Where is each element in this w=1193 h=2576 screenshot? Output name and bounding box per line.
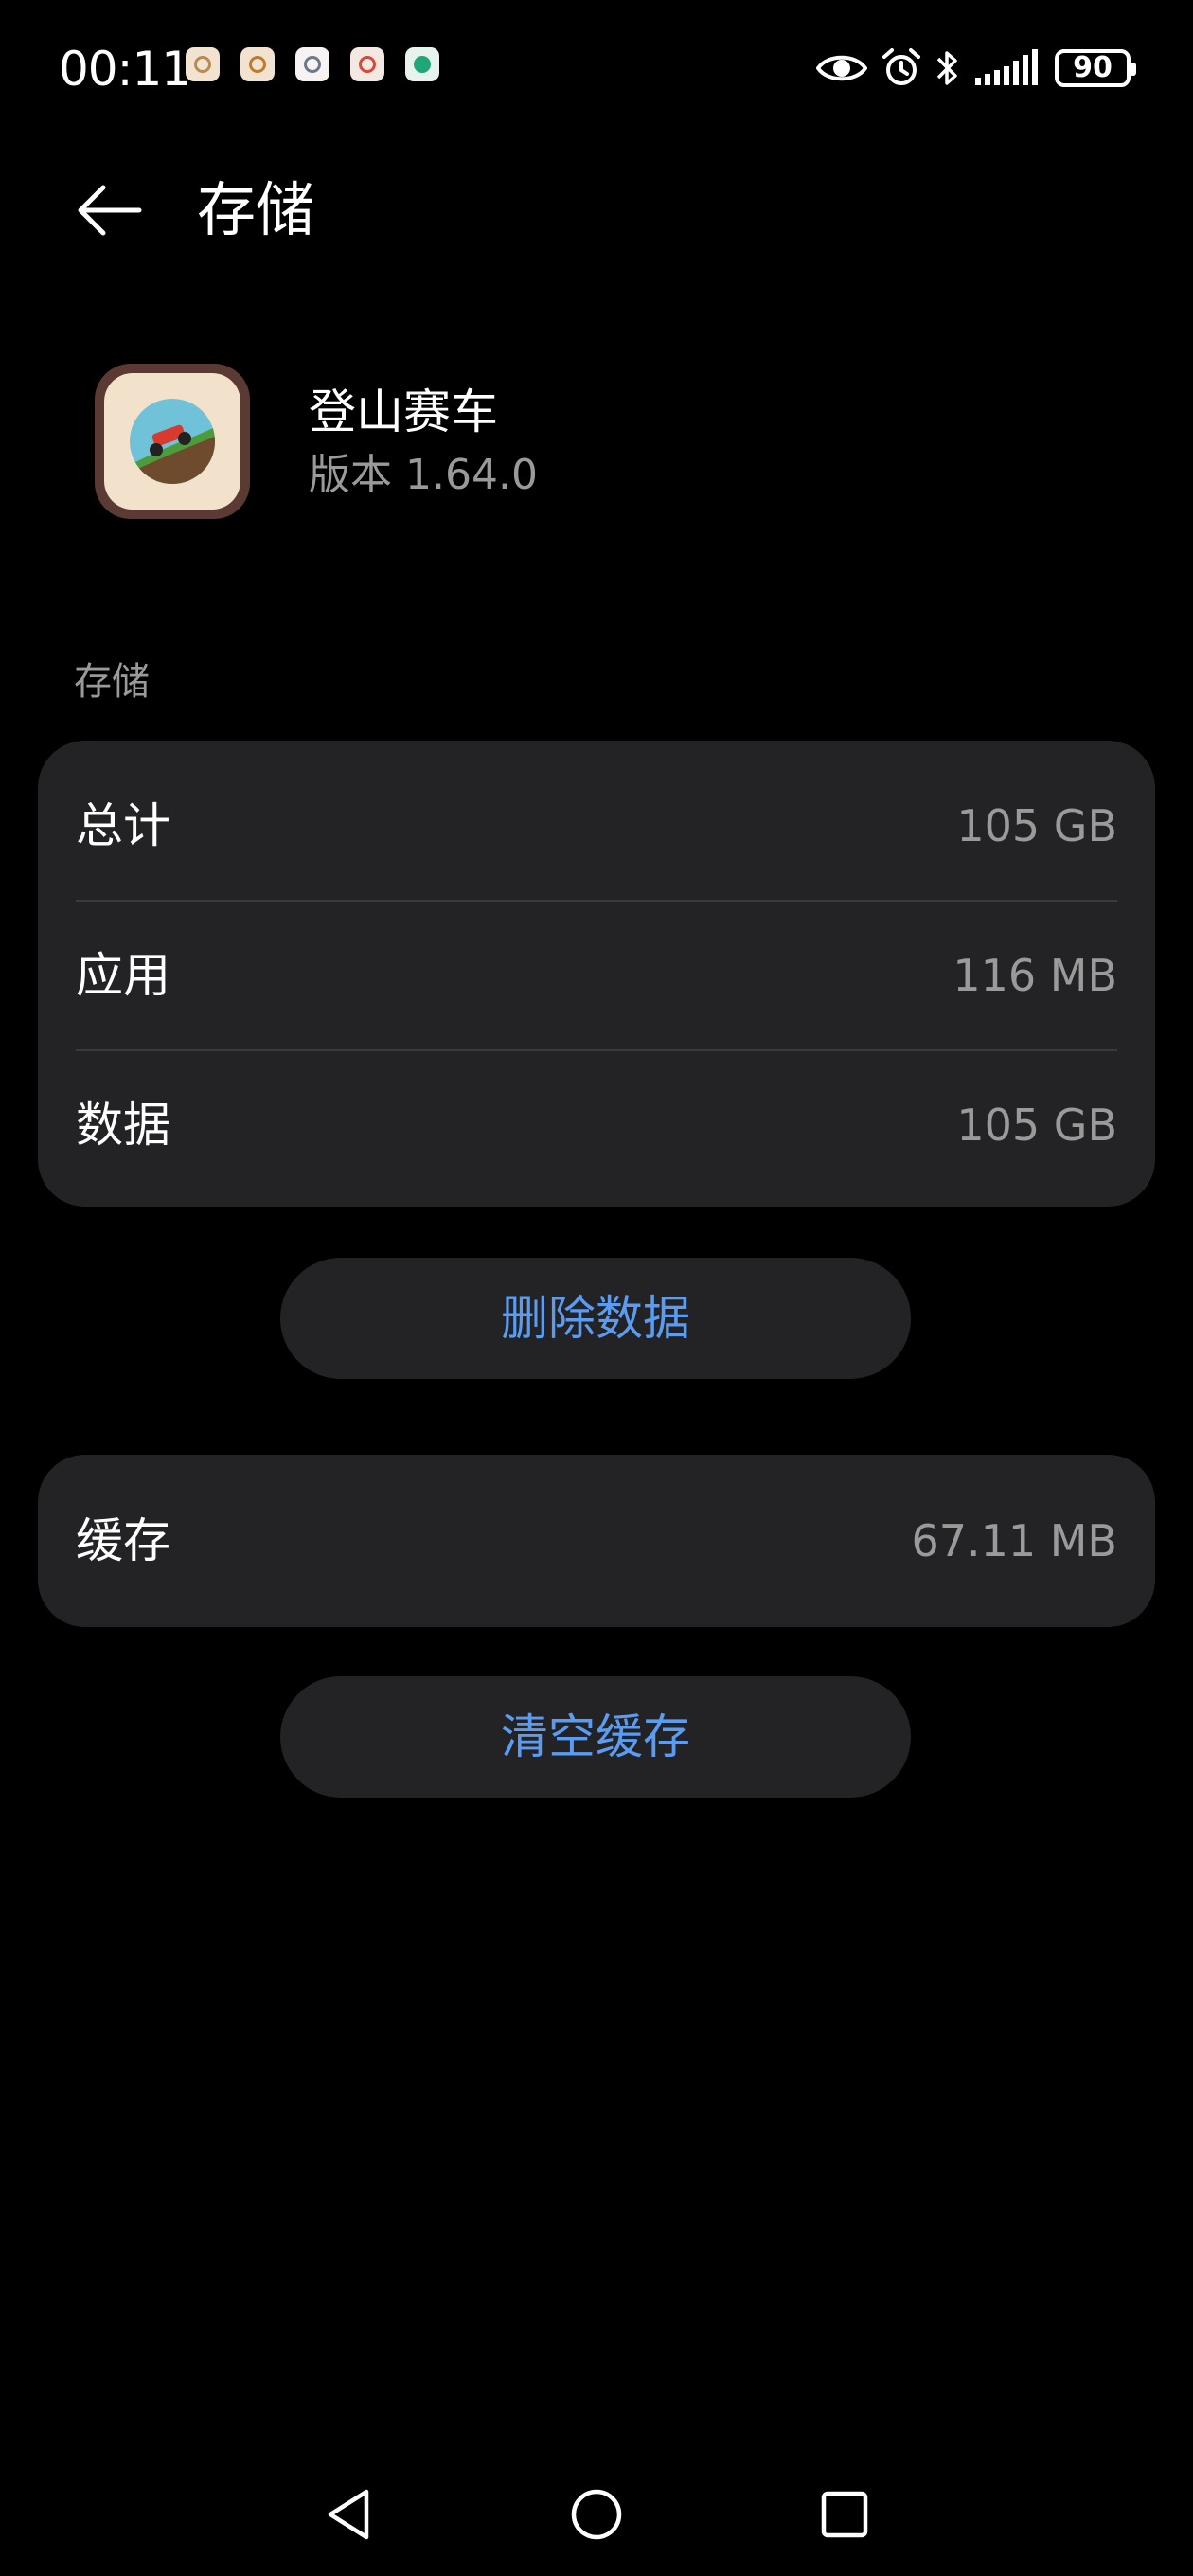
row-label: 总计 (76, 798, 170, 853)
alarm-icon (882, 48, 920, 85)
hill-climb-car-icon (130, 399, 215, 484)
app-info: 登山赛车 版本 1.64.0 (0, 360, 1193, 530)
app-notification-icon (295, 47, 329, 81)
page-title: 存储 (197, 175, 315, 244)
navigation-bar (0, 2462, 1193, 2567)
app-notification-icon (240, 47, 275, 81)
row-value: 67.11 MB (911, 1515, 1117, 1566)
row-label: 应用 (76, 948, 170, 1003)
header: 存储 (0, 152, 1193, 265)
nav-back-button[interactable] (301, 2462, 396, 2567)
app-notification-icon (350, 47, 384, 81)
row-label: 缓存 (76, 1513, 170, 1568)
cache-card: 缓存 67.11 MB (38, 1455, 1155, 1627)
delete-data-button[interactable]: 删除数据 (280, 1258, 911, 1379)
square-recents-icon (821, 2491, 868, 2538)
notification-icons (186, 47, 439, 81)
storage-row-app: 应用 116 MB (76, 900, 1117, 1049)
app-name: 登山赛车 (309, 385, 498, 439)
eye-icon (816, 55, 867, 81)
signal-icon (975, 49, 1038, 85)
row-value: 116 MB (953, 950, 1117, 1001)
storage-card: 总计 105 GB 应用 116 MB 数据 105 GB (38, 741, 1155, 1207)
storage-row-data: 数据 105 GB (76, 1049, 1117, 1199)
app-icon-background (104, 373, 240, 510)
battery-level: 90 (1073, 51, 1113, 84)
triangle-back-icon (328, 2489, 369, 2540)
status-bar: 00:11 90 (0, 0, 1193, 138)
row-value: 105 GB (956, 1100, 1117, 1151)
app-notification-icon (186, 47, 220, 81)
clear-cache-button[interactable]: 清空缓存 (280, 1676, 911, 1798)
back-button[interactable] (66, 172, 151, 248)
app-notification-icon (405, 47, 439, 81)
bluetooth-icon (936, 51, 957, 85)
nav-home-button[interactable] (549, 2462, 644, 2567)
storage-row-total: 总计 105 GB (76, 752, 1117, 900)
row-value: 105 GB (956, 800, 1117, 851)
status-time: 00:11 (59, 42, 191, 97)
system-icons: 90 (816, 42, 1136, 95)
storage-section-label: 存储 (74, 660, 150, 704)
app-version: 版本 1.64.0 (309, 451, 538, 499)
arrow-left-icon (78, 185, 142, 236)
cache-row: 缓存 67.11 MB (76, 1455, 1117, 1627)
battery-icon: 90 (1055, 49, 1136, 87)
app-icon (95, 364, 250, 519)
nav-recents-button[interactable] (797, 2462, 892, 2567)
row-label: 数据 (76, 1098, 170, 1153)
circle-home-icon (571, 2489, 622, 2540)
